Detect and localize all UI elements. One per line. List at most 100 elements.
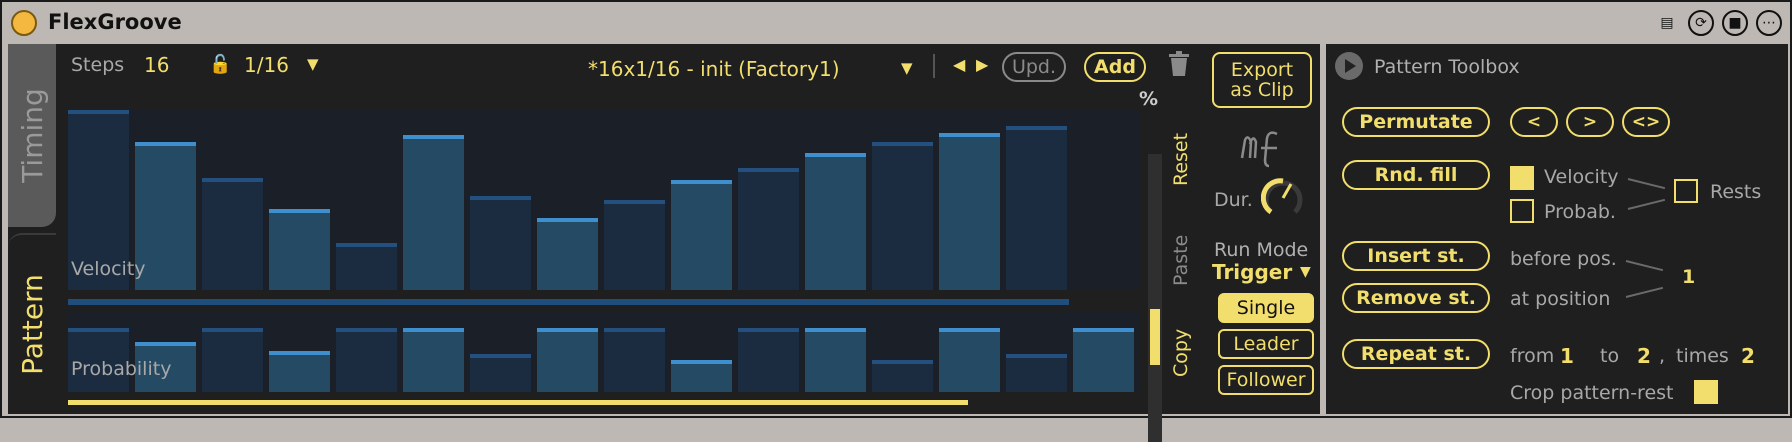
trash-icon[interactable] bbox=[1168, 50, 1190, 78]
connector-line bbox=[1627, 198, 1666, 210]
reset-button[interactable]: Reset bbox=[1170, 133, 1192, 186]
probability-step-bar[interactable] bbox=[671, 360, 732, 392]
add-button[interactable]: Add bbox=[1084, 52, 1146, 82]
velocity-step-bar[interactable] bbox=[537, 218, 598, 290]
next-preset-icon[interactable]: ▶ bbox=[976, 55, 988, 74]
velocity-step-bar[interactable] bbox=[202, 178, 263, 290]
probability-step-bar[interactable] bbox=[537, 328, 598, 392]
probability-step-bar[interactable] bbox=[872, 360, 933, 392]
toolbox-title: Pattern Toolbox bbox=[1374, 56, 1520, 78]
toolbox-play-icon[interactable] bbox=[1335, 52, 1363, 80]
mode-follower[interactable]: Follower bbox=[1218, 365, 1314, 395]
velocity-checkbox[interactable] bbox=[1510, 166, 1534, 190]
repeat-step-button[interactable]: Repeat st. bbox=[1342, 339, 1490, 369]
preset-dropdown-icon[interactable]: ▼ bbox=[901, 59, 913, 77]
velocity-step-cap bbox=[336, 243, 397, 247]
mode-single[interactable]: Single bbox=[1218, 293, 1314, 323]
probability-step-bar[interactable] bbox=[1006, 354, 1067, 392]
remove-step-button[interactable]: Remove st. bbox=[1342, 283, 1490, 313]
duration-knob[interactable] bbox=[1260, 176, 1305, 220]
title-icons: ▤ ⟳ ■ ⋯ bbox=[1654, 10, 1782, 36]
velocity-step-cap bbox=[604, 200, 665, 204]
unlock-icon[interactable]: 🔓 bbox=[209, 54, 231, 75]
from-value[interactable]: 1 bbox=[1560, 344, 1574, 368]
tab-timing[interactable]: Timing bbox=[8, 44, 56, 227]
velocity-option-label: Velocity bbox=[1544, 166, 1619, 188]
steps-value[interactable]: 16 bbox=[144, 53, 169, 77]
export-clip-button[interactable]: Export as Clip bbox=[1212, 52, 1312, 108]
velocity-step-bar[interactable] bbox=[939, 133, 1000, 290]
mode-leader[interactable]: Leader bbox=[1218, 329, 1314, 359]
velocity-step-bar[interactable] bbox=[470, 196, 531, 290]
velocity-step-cap bbox=[537, 218, 598, 222]
rests-checkbox[interactable] bbox=[1674, 179, 1698, 203]
probability-step-bar[interactable] bbox=[470, 354, 531, 392]
permutate-button[interactable]: Permutate bbox=[1342, 107, 1490, 137]
velocity-step-cap bbox=[872, 142, 933, 146]
calendar-icon[interactable]: ▤ bbox=[1654, 10, 1680, 36]
velocity-step-bar[interactable] bbox=[872, 142, 933, 290]
percent-label: % bbox=[1139, 88, 1159, 110]
probab-option-label: Probab. bbox=[1544, 201, 1616, 223]
probability-step-bar[interactable] bbox=[939, 328, 1000, 392]
paste-button[interactable]: Paste bbox=[1170, 235, 1192, 286]
probability-step-cap bbox=[939, 328, 1000, 332]
nav-right-button[interactable]: > bbox=[1566, 107, 1614, 137]
tab-pattern[interactable]: Pattern bbox=[8, 233, 56, 414]
preset-name[interactable]: *16x1/16 - init (Factory1) bbox=[588, 57, 840, 81]
velocity-step-cap bbox=[202, 178, 263, 182]
probability-step-bar[interactable] bbox=[604, 328, 665, 392]
crop-checkbox[interactable] bbox=[1694, 380, 1718, 404]
percent-slider[interactable] bbox=[1148, 154, 1162, 442]
probability-step-bar[interactable] bbox=[403, 328, 464, 392]
to-value[interactable]: 2 bbox=[1637, 344, 1651, 368]
run-mode-chevron-icon[interactable]: ▼ bbox=[1300, 264, 1311, 280]
chevron-down-icon[interactable]: ▼ bbox=[307, 55, 319, 73]
velocity-step-bar[interactable] bbox=[403, 135, 464, 290]
probability-step-cap bbox=[403, 328, 464, 332]
run-mode-value[interactable]: Trigger bbox=[1212, 260, 1292, 284]
nav-both-button[interactable]: <> bbox=[1622, 107, 1670, 137]
copy-button[interactable]: Copy bbox=[1170, 329, 1192, 377]
probability-range-bar[interactable] bbox=[68, 400, 968, 405]
velocity-step-bar[interactable] bbox=[269, 209, 330, 290]
probability-step-bar[interactable] bbox=[805, 328, 866, 392]
velocity-step-bar[interactable] bbox=[671, 180, 732, 290]
probability-step-bar[interactable] bbox=[1073, 328, 1134, 392]
to-label: to bbox=[1600, 345, 1620, 367]
more-icon[interactable]: ⋯ bbox=[1756, 10, 1782, 36]
sync-icon[interactable]: ⟳ bbox=[1688, 10, 1714, 36]
velocity-step-bar[interactable] bbox=[1006, 126, 1067, 290]
velocity-step-bar[interactable] bbox=[738, 168, 799, 290]
velocity-step-bar[interactable] bbox=[604, 200, 665, 290]
probability-lane[interactable] bbox=[68, 312, 1140, 392]
probability-step-cap bbox=[671, 360, 732, 364]
power-icon[interactable] bbox=[11, 10, 37, 36]
division-value[interactable]: 1/16 bbox=[244, 53, 289, 77]
times-label: times bbox=[1676, 345, 1729, 367]
position-value[interactable]: 1 bbox=[1682, 266, 1695, 288]
velocity-range-bar[interactable] bbox=[68, 299, 1069, 305]
probability-label: Probability bbox=[71, 358, 172, 380]
velocity-step-bar[interactable] bbox=[805, 153, 866, 290]
probab-checkbox[interactable] bbox=[1510, 199, 1534, 223]
random-fill-button[interactable]: Rnd. fill bbox=[1342, 160, 1490, 190]
update-button[interactable]: Upd. bbox=[1002, 52, 1066, 82]
connector-line bbox=[1625, 260, 1664, 272]
save-icon[interactable]: ■ bbox=[1722, 10, 1748, 36]
probability-step-bar[interactable] bbox=[336, 328, 397, 392]
prev-preset-icon[interactable]: ◀ bbox=[953, 55, 965, 74]
nav-left-button[interactable]: < bbox=[1510, 107, 1558, 137]
probability-step-cap bbox=[68, 328, 129, 332]
velocity-lane[interactable] bbox=[68, 110, 1140, 290]
divider bbox=[933, 54, 935, 78]
times-value[interactable]: 2 bbox=[1741, 344, 1755, 368]
velocity-step-cap bbox=[135, 142, 196, 146]
velocity-step-bar[interactable] bbox=[336, 243, 397, 290]
steps-label: Steps bbox=[71, 54, 125, 76]
probability-step-bar[interactable] bbox=[202, 328, 263, 392]
probability-step-bar[interactable] bbox=[738, 328, 799, 392]
probability-step-cap bbox=[872, 360, 933, 364]
probability-step-bar[interactable] bbox=[269, 351, 330, 392]
insert-step-button[interactable]: Insert st. bbox=[1342, 241, 1490, 271]
